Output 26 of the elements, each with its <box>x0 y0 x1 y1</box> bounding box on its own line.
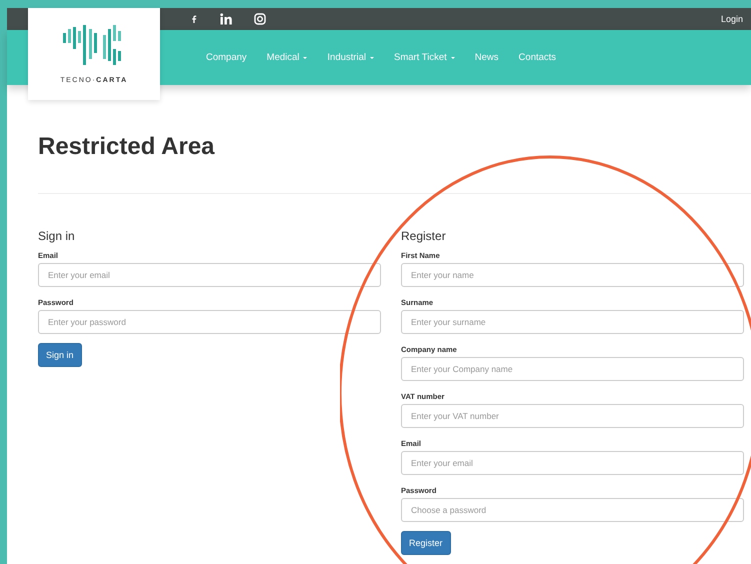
input-field[interactable]: Enter your surname <box>401 310 744 334</box>
input-field[interactable]: Enter your password <box>38 310 381 334</box>
nav-link[interactable]: Smart Ticket <box>394 52 455 63</box>
login-link[interactable]: Login <box>720 14 743 24</box>
form-heading: Register <box>401 229 447 243</box>
nav-link[interactable]: Contacts <box>518 52 556 63</box>
register-button[interactable]: Register <box>401 531 451 555</box>
input-field[interactable]: Enter your Company name <box>401 357 744 381</box>
sign-in-button[interactable]: Sign in <box>38 343 82 367</box>
page-title: Restricted Area <box>38 133 216 161</box>
nav-link[interactable]: Company <box>206 52 247 63</box>
facebook-icon[interactable] <box>190 13 198 25</box>
caret-icon <box>303 56 308 58</box>
form-heading: Sign in <box>38 229 76 243</box>
input-field[interactable]: Enter your email <box>38 263 381 287</box>
caret-icon <box>450 56 455 58</box>
input-field[interactable]: Enter your email <box>401 451 744 475</box>
nav-link[interactable]: News <box>474 52 499 63</box>
nav-link[interactable]: Industrial <box>327 52 374 63</box>
input-field[interactable]: Enter your VAT number <box>401 404 744 428</box>
input-field[interactable]: Enter your name <box>401 263 744 287</box>
input-field[interactable]: Choose a password <box>401 498 744 522</box>
caret-icon <box>370 56 374 58</box>
instagram-icon[interactable] <box>254 13 266 25</box>
linkedin-icon[interactable] <box>220 13 232 25</box>
nav-link[interactable]: Medical <box>266 52 308 63</box>
